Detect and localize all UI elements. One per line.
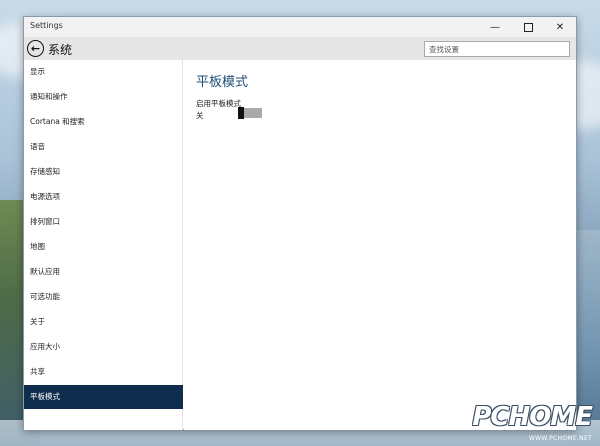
tablet-mode-label: 启用平板模式 — [196, 99, 241, 108]
window-title: Settings — [30, 21, 63, 30]
maximize-button[interactable] — [512, 17, 544, 37]
title-bar[interactable]: Settings — ✕ — [24, 17, 576, 37]
toggle-knob — [238, 107, 244, 119]
sidebar-item-app-sizes[interactable]: 应用大小 — [24, 335, 183, 359]
tablet-mode-toggle[interactable] — [238, 107, 262, 119]
sidebar-item-share[interactable]: 共享 — [24, 360, 183, 384]
sidebar-item-speech[interactable]: 语音 — [24, 135, 183, 159]
watermark-logo: PCHOME WWW.PCHOME.NET — [472, 394, 593, 442]
watermark-url: WWW.PCHOME.NET — [528, 435, 592, 442]
watermark-text: PCHOME — [472, 402, 593, 432]
sidebar-item-display[interactable]: 显示 — [24, 60, 183, 84]
close-button[interactable]: ✕ — [544, 17, 576, 37]
close-icon: ✕ — [555, 21, 565, 33]
maximize-icon — [523, 22, 533, 32]
minimize-button[interactable]: — — [479, 17, 511, 37]
section-title: 平板模式 — [196, 75, 249, 90]
search-placeholder: 查找设置 — [429, 45, 459, 54]
page-title-system: 系统 — [48, 43, 73, 57]
main-content: 平板模式 启用平板模式 关 — [184, 60, 576, 430]
sidebar-item-notifications[interactable]: 通知和操作 — [24, 85, 183, 109]
sidebar-item-cortana[interactable]: Cortana 和搜索 — [24, 110, 183, 134]
sidebar-item-maps[interactable]: 地图 — [24, 235, 183, 259]
back-button[interactable]: ← — [27, 40, 44, 57]
app-header: ← 系统 查找设置 — [24, 37, 576, 60]
sidebar-nav: 显示 通知和操作 Cortana 和搜索 语音 存储感知 电源选项 排列窗口 地… — [24, 60, 183, 430]
toggle-state-text: 关 — [196, 111, 204, 120]
sidebar-item-optional-features[interactable]: 可选功能 — [24, 285, 183, 309]
back-arrow-icon: ← — [30, 42, 41, 55]
sidebar-item-about[interactable]: 关于 — [24, 310, 183, 334]
sidebar-item-storage[interactable]: 存储感知 — [24, 160, 183, 184]
sidebar-item-multitasking[interactable]: 排列窗口 — [24, 210, 183, 234]
sidebar-item-tablet-mode[interactable]: 平板模式 — [24, 385, 183, 409]
search-input[interactable]: 查找设置 — [424, 41, 570, 57]
sidebar-item-default-apps[interactable]: 默认应用 — [24, 260, 183, 284]
sidebar-item-power[interactable]: 电源选项 — [24, 185, 183, 209]
minimize-icon: — — [490, 21, 500, 33]
settings-window: Settings — ✕ ← 系统 查找设置 显示 通知和操作 Cortana … — [23, 16, 577, 430]
